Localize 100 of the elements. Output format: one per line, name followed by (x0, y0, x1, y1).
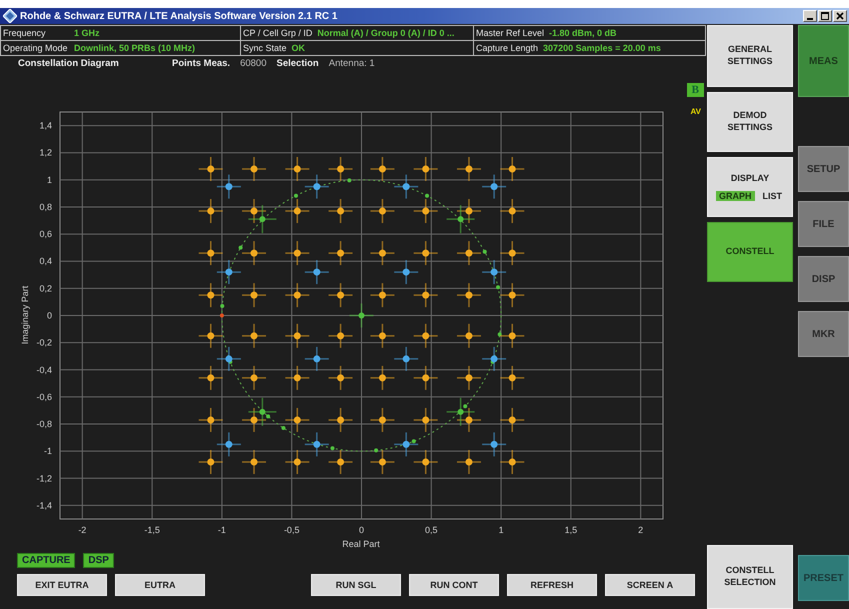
info-value: 307200 Samples = 20.00 ms (543, 43, 661, 53)
constellation-point (350, 304, 374, 328)
y-axis-label: Imaginary Part (20, 286, 30, 344)
bottom-button[interactable]: SCREEN A (605, 574, 695, 596)
constellation-point (248, 205, 276, 234)
constellation-point (198, 156, 223, 181)
constellation-point (285, 324, 310, 348)
info-label: Master Ref Level (476, 27, 544, 39)
x-tick-label: -1,5 (144, 525, 160, 535)
y-tick-label: 0 (46, 310, 52, 320)
trajectory-dot (266, 414, 270, 418)
point (490, 183, 498, 190)
bottom-button[interactable]: EXIT EUTRA (17, 574, 107, 596)
maximize-icon (821, 12, 829, 20)
constellation-point (370, 408, 394, 432)
bottom-button[interactable]: REFRESH (507, 574, 597, 596)
info-value: Downlink, 50 PRBs (10 MHz) (74, 43, 196, 53)
softkey-button[interactable]: CONSTELL SELECTION (707, 545, 793, 609)
trace-mode-label: AV (690, 107, 701, 116)
constellation-point (328, 241, 353, 266)
constellation-point (456, 283, 481, 308)
display-option[interactable]: GRAPH (716, 190, 755, 201)
y-tick-label: 0,4 (39, 256, 52, 266)
maximize-button[interactable] (818, 10, 832, 22)
y-tick-label: -0,4 (36, 364, 52, 375)
constellation-point (414, 283, 438, 308)
constellation-point (198, 199, 223, 224)
constellation-point (198, 324, 223, 348)
trajectory-dot (496, 285, 500, 290)
trajectory-dot (374, 448, 378, 452)
selection-value: Antenna: 1 (328, 58, 375, 68)
close-icon (836, 12, 844, 20)
constellation-point (370, 283, 394, 308)
constellation-point (285, 408, 310, 432)
y-tick-label: -1,4 (36, 500, 52, 510)
constellation-point (198, 283, 223, 308)
info-label: Capture Length (476, 42, 538, 54)
trajectory-dot (412, 439, 416, 444)
point (402, 355, 410, 362)
constellation-point (414, 241, 438, 266)
softkey-button[interactable]: CONSTELL (707, 222, 793, 282)
constellation-point (242, 156, 266, 181)
trajectory-dot (294, 194, 298, 198)
info-value: -1.80 dBm, 0 dB (549, 28, 617, 38)
x-tick-label: 1,5 (564, 525, 578, 535)
constellation-point (482, 174, 506, 199)
info-label: Sync State (243, 42, 287, 54)
point (313, 440, 320, 448)
constellation-point (500, 156, 524, 181)
constellation-point (328, 156, 353, 181)
constellation-point (328, 283, 353, 308)
info-value: 1 GHz (74, 28, 100, 38)
constellation-point (328, 408, 353, 432)
point (402, 268, 410, 276)
constellation-point (446, 398, 475, 426)
softkey-button[interactable]: DEMOD SETTINGS (707, 92, 793, 152)
constellation-point (456, 156, 481, 181)
softkey-button[interactable]: DISPLAY GRAPH LIST (707, 157, 793, 217)
point (402, 440, 410, 448)
constellation-point (248, 398, 276, 426)
constellation-point (242, 283, 266, 308)
constellation-point (242, 366, 266, 390)
constellation-point (198, 408, 223, 432)
constellation-point (482, 260, 506, 284)
softkey-button[interactable]: GENERAL SETTINGS (707, 25, 793, 87)
constellation-point (456, 241, 481, 266)
trajectory-dot (482, 250, 487, 254)
close-button[interactable] (833, 10, 847, 22)
constellation-point (482, 346, 506, 371)
x-tick-label: -1 (218, 525, 226, 535)
x-axis-label: Real Part (342, 539, 380, 549)
bottom-button[interactable]: RUN CONT (409, 574, 499, 596)
point (225, 355, 232, 362)
bottom-button[interactable]: RUN SGL (311, 574, 401, 596)
trajectory-dot (347, 178, 352, 182)
display-option[interactable]: LIST (760, 190, 786, 201)
trajectory-dot (330, 446, 334, 450)
bottom-button[interactable]: EUTRA (115, 574, 205, 596)
constellation-point (500, 241, 524, 266)
constellation-point (285, 156, 310, 181)
constellation-point (414, 366, 438, 390)
y-tick-label: 0,2 (39, 283, 52, 294)
constellation-point (482, 432, 506, 456)
constellation-point (216, 346, 241, 371)
constellation-point (446, 205, 475, 234)
point (490, 355, 498, 362)
constellation-point (242, 241, 266, 266)
constellation-point (216, 432, 241, 456)
point (225, 440, 232, 448)
constellation-point (285, 366, 310, 390)
minimize-button[interactable] (803, 10, 817, 22)
x-tick-label: -2 (78, 525, 86, 535)
point (313, 355, 320, 362)
y-tick-label: 1,2 (39, 148, 52, 158)
info-label: Operating Mode (3, 42, 69, 54)
trajectory-dot (498, 332, 502, 336)
info-value: OK (292, 43, 306, 53)
constellation-point (304, 174, 329, 199)
constellation-point (370, 156, 394, 181)
diamond-logo-icon (3, 9, 17, 23)
